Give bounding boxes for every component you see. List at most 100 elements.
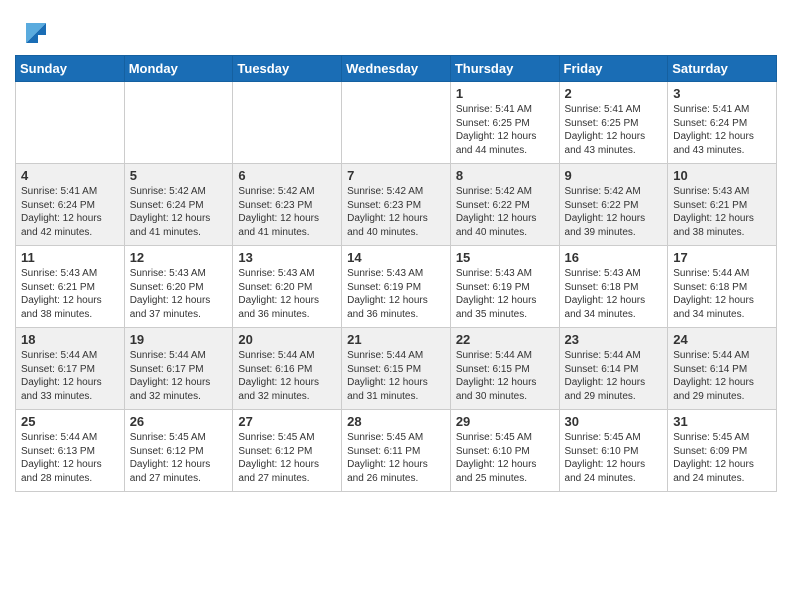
day-info: Sunrise: 5:44 AM Sunset: 6:14 PM Dayligh… — [673, 349, 771, 403]
day-number: 9 — [565, 168, 663, 183]
day-number: 10 — [673, 168, 771, 183]
day-info: Sunrise: 5:44 AM Sunset: 6:18 PM Dayligh… — [673, 267, 771, 321]
day-info: Sunrise: 5:44 AM Sunset: 6:15 PM Dayligh… — [347, 349, 445, 403]
day-info: Sunrise: 5:42 AM Sunset: 6:22 PM Dayligh… — [456, 185, 554, 239]
day-cell: 2Sunrise: 5:41 AM Sunset: 6:25 PM Daylig… — [559, 82, 668, 164]
day-cell: 27 Sunrise: 5:45 AM Sunset: 6:12 PM Dayli… — [233, 410, 342, 492]
day-info: Sunrise: 5:42 AM Sunset: 6:24 PM Dayligh… — [130, 185, 228, 239]
weekday-header-sunday: Sunday — [16, 56, 125, 82]
day-cell: 1 Sunrise: 5:41 AM Sunset: 6:25 PM Daylig… — [450, 82, 559, 164]
day-number: 12 — [130, 250, 228, 265]
day-info: Sunrise: 5:43 AM Sunset: 6:21 PM Dayligh… — [21, 267, 119, 321]
day-cell: 21 Sunrise: 5:44 AM Sunset: 6:15 PM Dayli… — [342, 328, 451, 410]
day-info: Sunrise: 5:42 AM Sunset: 6:23 PM Dayligh… — [347, 185, 445, 239]
day-info: Sunrise: 5:43 AM Sunset: 6:19 PM Dayligh… — [456, 267, 554, 321]
day-info: Sunrise: 5:44 AM Sunset: 6:17 PM Dayligh… — [21, 349, 119, 403]
day-info: Sunrise: 5:43 AM Sunset: 6:18 PM Dayligh… — [565, 267, 663, 321]
logo — [15, 15, 50, 47]
day-number: 21 — [347, 332, 445, 347]
weekday-header-row: SundayMondayTuesdayWednesdayThursdayFrid… — [16, 56, 777, 82]
day-cell: 8 Sunrise: 5:42 AM Sunset: 6:22 PM Daylig… — [450, 164, 559, 246]
day-info: Sunrise: 5:41 AM Sunset: 6:25 PM Dayligh… — [456, 103, 554, 157]
day-info: Sunrise: 5:45 AM Sunset: 6:12 PM Dayligh… — [130, 431, 228, 485]
day-cell: 17 Sunrise: 5:44 AM Sunset: 6:18 PM Dayli… — [668, 246, 777, 328]
day-cell: 3 Sunrise: 5:41 AM Sunset: 6:24 PM Daylig… — [668, 82, 777, 164]
day-info: Sunrise: 5:42 AM Sunset: 6:23 PM Dayligh… — [238, 185, 336, 239]
day-cell: 20Sunrise: 5:44 AM Sunset: 6:16 PM Dayli… — [233, 328, 342, 410]
day-info: Sunrise: 5:44 AM Sunset: 6:17 PM Dayligh… — [130, 349, 228, 403]
day-number: 25 — [21, 414, 119, 429]
day-cell — [233, 82, 342, 164]
day-cell: 23 Sunrise: 5:44 AM Sunset: 6:14 PM Dayli… — [559, 328, 668, 410]
week-row-5: 25 Sunrise: 5:44 AM Sunset: 6:13 PM Dayli… — [16, 410, 777, 492]
day-cell: 10 Sunrise: 5:43 AM Sunset: 6:21 PM Dayli… — [668, 164, 777, 246]
day-cell: 15 Sunrise: 5:43 AM Sunset: 6:19 PM Dayli… — [450, 246, 559, 328]
day-number: 2 — [565, 86, 663, 101]
day-cell: 7 Sunrise: 5:42 AM Sunset: 6:23 PM Daylig… — [342, 164, 451, 246]
day-cell: 13 Sunrise: 5:43 AM Sunset: 6:20 PM Dayli… — [233, 246, 342, 328]
day-info: Sunrise: 5:41 AM Sunset: 6:24 PM Dayligh… — [673, 103, 771, 157]
header — [15, 10, 777, 47]
weekday-header-wednesday: Wednesday — [342, 56, 451, 82]
day-info: Sunrise: 5:43 AM Sunset: 6:20 PM Dayligh… — [238, 267, 336, 321]
day-cell: 31 Sunrise: 5:45 AM Sunset: 6:09 PM Dayli… — [668, 410, 777, 492]
day-number: 3 — [673, 86, 771, 101]
weekday-header-tuesday: Tuesday — [233, 56, 342, 82]
day-info: Sunrise: 5:43 AM Sunset: 6:20 PM Dayligh… — [130, 267, 228, 321]
day-info: Sunrise: 5:45 AM Sunset: 6:10 PM Dayligh… — [565, 431, 663, 485]
day-number: 20 — [238, 332, 336, 347]
day-cell: 18 Sunrise: 5:44 AM Sunset: 6:17 PM Dayli… — [16, 328, 125, 410]
day-cell: 25 Sunrise: 5:44 AM Sunset: 6:13 PM Dayli… — [16, 410, 125, 492]
day-number: 29 — [456, 414, 554, 429]
day-info: Sunrise: 5:45 AM Sunset: 6:09 PM Dayligh… — [673, 431, 771, 485]
logo-icon — [18, 15, 50, 47]
day-number: 11 — [21, 250, 119, 265]
day-cell: 4 Sunrise: 5:41 AM Sunset: 6:24 PM Daylig… — [16, 164, 125, 246]
day-number: 23 — [565, 332, 663, 347]
day-info: Sunrise: 5:45 AM Sunset: 6:12 PM Dayligh… — [238, 431, 336, 485]
day-info: Sunrise: 5:41 AM Sunset: 6:24 PM Dayligh… — [21, 185, 119, 239]
day-cell: 19Sunrise: 5:44 AM Sunset: 6:17 PM Dayli… — [124, 328, 233, 410]
calendar: SundayMondayTuesdayWednesdayThursdayFrid… — [15, 55, 777, 492]
week-row-3: 11 Sunrise: 5:43 AM Sunset: 6:21 PM Dayli… — [16, 246, 777, 328]
week-row-2: 4 Sunrise: 5:41 AM Sunset: 6:24 PM Daylig… — [16, 164, 777, 246]
day-info: Sunrise: 5:44 AM Sunset: 6:13 PM Dayligh… — [21, 431, 119, 485]
day-info: Sunrise: 5:42 AM Sunset: 6:22 PM Dayligh… — [565, 185, 663, 239]
day-info: Sunrise: 5:43 AM Sunset: 6:21 PM Dayligh… — [673, 185, 771, 239]
day-cell: 11 Sunrise: 5:43 AM Sunset: 6:21 PM Dayli… — [16, 246, 125, 328]
day-number: 31 — [673, 414, 771, 429]
day-number: 4 — [21, 168, 119, 183]
day-cell — [342, 82, 451, 164]
day-number: 22 — [456, 332, 554, 347]
day-number: 14 — [347, 250, 445, 265]
day-cell: 16 Sunrise: 5:43 AM Sunset: 6:18 PM Dayli… — [559, 246, 668, 328]
day-cell: 28Sunrise: 5:45 AM Sunset: 6:11 PM Dayli… — [342, 410, 451, 492]
day-info: Sunrise: 5:44 AM Sunset: 6:14 PM Dayligh… — [565, 349, 663, 403]
day-number: 5 — [130, 168, 228, 183]
day-cell: 26 Sunrise: 5:45 AM Sunset: 6:12 PM Dayli… — [124, 410, 233, 492]
weekday-header-thursday: Thursday — [450, 56, 559, 82]
weekday-header-friday: Friday — [559, 56, 668, 82]
day-number: 26 — [130, 414, 228, 429]
day-info: Sunrise: 5:43 AM Sunset: 6:19 PM Dayligh… — [347, 267, 445, 321]
day-number: 8 — [456, 168, 554, 183]
day-number: 1 — [456, 86, 554, 101]
week-row-1: 1 Sunrise: 5:41 AM Sunset: 6:25 PM Daylig… — [16, 82, 777, 164]
day-number: 7 — [347, 168, 445, 183]
day-number: 27 — [238, 414, 336, 429]
day-number: 24 — [673, 332, 771, 347]
day-number: 30 — [565, 414, 663, 429]
day-cell: 22Sunrise: 5:44 AM Sunset: 6:15 PM Dayli… — [450, 328, 559, 410]
day-number: 17 — [673, 250, 771, 265]
day-number: 13 — [238, 250, 336, 265]
day-cell — [16, 82, 125, 164]
logo-text — [15, 15, 50, 47]
day-number: 6 — [238, 168, 336, 183]
day-cell: 6 Sunrise: 5:42 AM Sunset: 6:23 PM Daylig… — [233, 164, 342, 246]
day-cell: 9 Sunrise: 5:42 AM Sunset: 6:22 PM Daylig… — [559, 164, 668, 246]
day-number: 18 — [21, 332, 119, 347]
day-number: 15 — [456, 250, 554, 265]
day-number: 28 — [347, 414, 445, 429]
day-number: 16 — [565, 250, 663, 265]
weekday-header-monday: Monday — [124, 56, 233, 82]
